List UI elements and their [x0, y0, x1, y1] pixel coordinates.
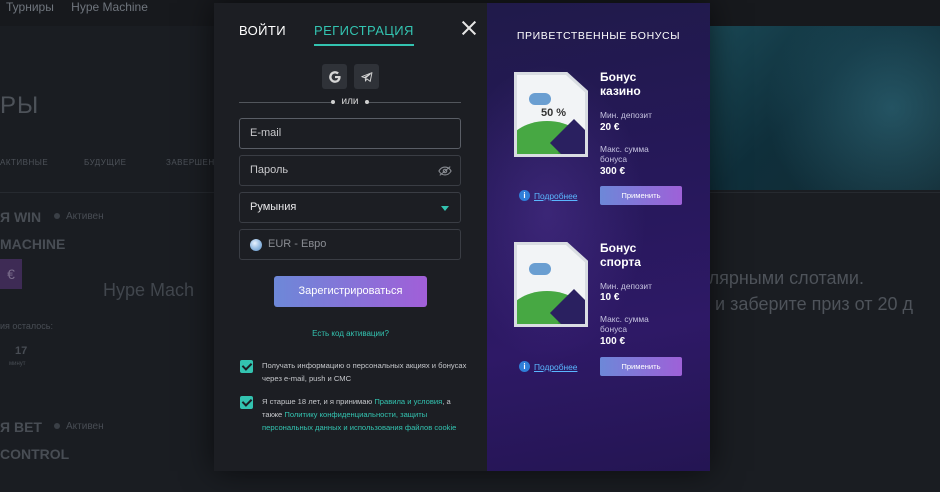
marketing-consent-checkbox[interactable] [240, 360, 253, 373]
card-title: Я BET [0, 419, 42, 435]
currency-badge: € [0, 259, 22, 289]
welcome-bonuses-panel: ПРИВЕТСТВЕННЫЕ БОНУСЫ 50 % Бонус казино М… [487, 3, 710, 471]
password-placeholder: Пароль [250, 164, 289, 176]
min-deposit-label: Мин. депозит [600, 281, 652, 291]
info-icon[interactable]: i [519, 361, 530, 372]
promo-text: й и заберите приз от 20 д [700, 294, 914, 314]
tab-login[interactable]: ВОЙТИ [239, 23, 286, 38]
tournament-image: Hype Mach [103, 280, 195, 300]
info-icon[interactable]: i [519, 190, 530, 201]
password-field[interactable]: Пароль [239, 155, 461, 186]
telegram-login-button[interactable] [354, 64, 379, 89]
country-select[interactable]: Румыния [239, 192, 461, 223]
tournament-name: CONTROL [0, 446, 70, 462]
status-badge: Активен [66, 211, 104, 222]
min-deposit-label: Мин. депозит [600, 110, 652, 120]
apply-sport-bonus-button[interactable]: Применить [600, 357, 682, 376]
register-button[interactable]: Зарегистрироваться [274, 276, 427, 307]
card-title: Я WIN [0, 209, 42, 225]
privacy-policy-link[interactable]: Политику конфиденциальности, защиты перс… [262, 410, 456, 432]
terms-link[interactable]: Правила и условия [374, 397, 442, 406]
status-dot [54, 423, 60, 429]
terms-consent-label: Я старше 18 лет, и я принимаю Правила и … [262, 395, 467, 434]
promo-banner [700, 26, 940, 190]
tab-finished[interactable]: ЗАВЕРШЕН [166, 158, 215, 167]
email-field[interactable]: E-mail [239, 118, 461, 149]
marketing-consent-label: Получать информацию о персональных акция… [262, 361, 467, 383]
bonuses-heading: ПРИВЕТСТВЕННЫЕ БОНУСЫ [516, 30, 681, 42]
bonus-details-link[interactable]: Подробнее [534, 191, 577, 201]
tab-register[interactable]: РЕГИСТРАЦИЯ [314, 23, 414, 46]
close-icon[interactable] [460, 19, 478, 37]
bonus-details-link[interactable]: Подробнее [534, 362, 577, 372]
min-deposit-value: 20 € [600, 122, 620, 133]
currency-value: EUR - Евро [268, 238, 327, 250]
currency-select[interactable]: EUR - Евро [239, 229, 461, 260]
google-login-button[interactable] [322, 64, 347, 89]
email-placeholder: E-mail [250, 127, 282, 139]
time-value: 17 [15, 345, 28, 357]
max-bonus-value: 100 € [600, 336, 626, 347]
max-bonus-label: Макс. сумма бонуса [600, 144, 649, 164]
status-dot [54, 213, 60, 219]
chevron-down-icon [441, 206, 449, 211]
time-unit: минут [9, 361, 26, 367]
page-title: РЫ [0, 92, 40, 119]
bonus-title: Бонус казино [600, 70, 641, 98]
eye-off-icon[interactable] [438, 165, 452, 177]
bonus-image [514, 242, 588, 327]
bonus-image: 50 % [514, 72, 588, 157]
or-divider: или [239, 96, 461, 110]
google-icon [328, 70, 341, 83]
bonus-percent-badge: 50 % [541, 107, 567, 119]
status-badge: Активен [66, 421, 104, 432]
bonus-title: Бонус спорта [600, 241, 641, 269]
max-bonus-label: Макс. сумма бонуса [600, 314, 649, 334]
min-deposit-value: 10 € [600, 292, 620, 303]
telegram-icon [360, 71, 372, 82]
registration-form: ВОЙТИ РЕГИСТРАЦИЯ или E-mail Пароль Румы… [214, 3, 487, 471]
promo-text: улярными слотами. [700, 268, 864, 288]
tab-active[interactable]: АКТИВНЫЕ [0, 158, 48, 167]
globe-icon [250, 239, 262, 251]
registration-modal: ВОЙТИ РЕГИСТРАЦИЯ или E-mail Пароль Румы… [214, 3, 710, 471]
activation-code-link[interactable]: Есть код активации? [214, 329, 487, 338]
time-left-label: ия осталось: [0, 321, 53, 331]
country-value: Румыния [250, 201, 297, 213]
breadcrumb-item: Hype Machine [71, 0, 148, 14]
or-text: или [341, 96, 359, 107]
breadcrumb-item[interactable]: Турниры [6, 0, 54, 14]
terms-text: Я старше 18 лет, и я принимаю [262, 397, 375, 406]
max-bonus-value: 300 € [600, 166, 626, 177]
tournament-name: MACHINE [0, 236, 66, 252]
apply-casino-bonus-button[interactable]: Применить [600, 186, 682, 205]
terms-consent-checkbox[interactable] [240, 396, 253, 409]
tab-upcoming[interactable]: БУДУЩИЕ [84, 158, 126, 167]
breadcrumb: Турниры Hype Machine [6, 0, 162, 14]
